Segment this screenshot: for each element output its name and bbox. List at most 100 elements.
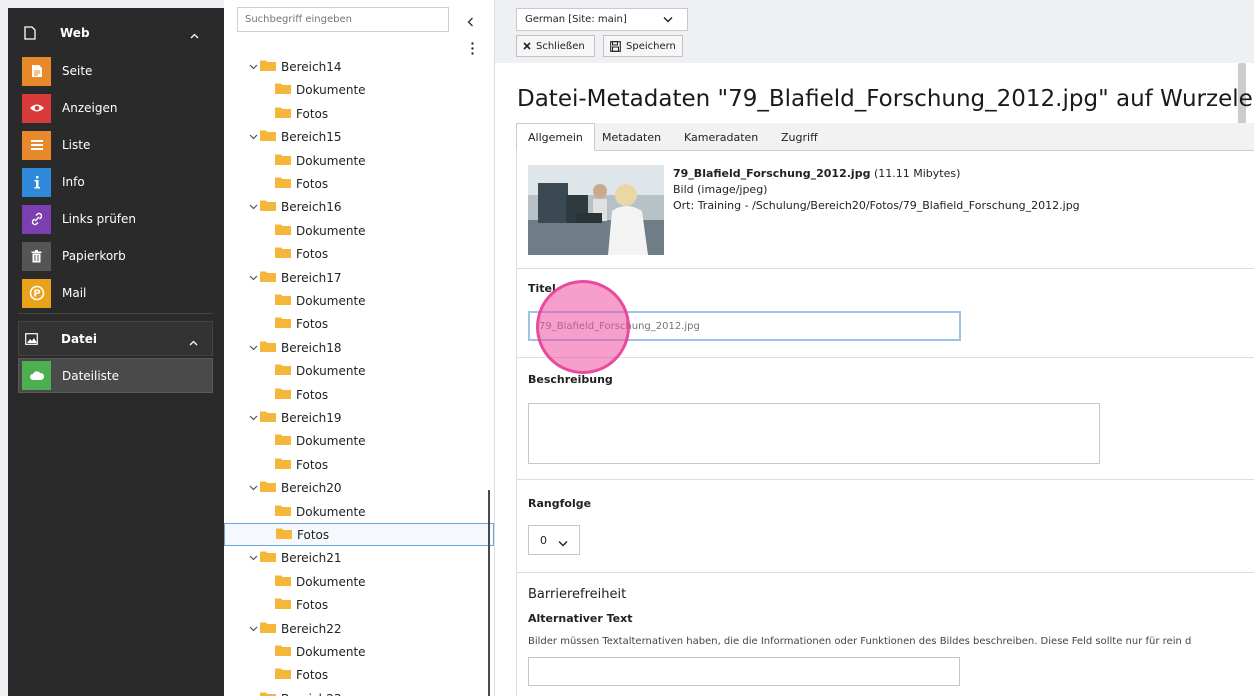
metadata-form: 79_Blafield_Forschung_2012.jpg (11.11 Mi…	[516, 151, 1254, 696]
menu-item-label: Anzeigen	[62, 101, 118, 115]
rank-select[interactable]: 0	[528, 525, 580, 555]
chevron-down-icon[interactable]	[246, 204, 260, 210]
chevron-up-icon	[190, 28, 199, 42]
folder-icon	[275, 246, 291, 261]
tree-resize-handle[interactable]	[488, 490, 490, 696]
tree-search-input[interactable]	[237, 7, 449, 32]
language-select-value: German [Site: main]	[525, 14, 627, 25]
page-title: Datei-Metadaten "79_Blafield_Forschung_2…	[517, 86, 1254, 112]
divider	[517, 357, 1254, 358]
tree-node-folder[interactable]: Bereich21	[246, 546, 341, 569]
tree-node-subfolder[interactable]: Fotos	[275, 172, 328, 195]
menu-item-info[interactable]: Info	[22, 166, 217, 198]
image-icon	[23, 331, 39, 347]
tree-node-label: Bereich17	[281, 270, 342, 285]
tree-node-subfolder[interactable]: Dokumente	[275, 149, 366, 172]
tree-node-label: Dokumente	[296, 644, 366, 659]
folder-icon	[260, 621, 276, 636]
module-menu: Web Seite Anzeigen Liste Info Links prüfen Pa…	[8, 8, 224, 696]
chevron-down-icon[interactable]	[246, 555, 260, 561]
tree-node-folder[interactable]: Bereich19	[246, 406, 341, 429]
tree-node-folder[interactable]: Bereich15	[246, 125, 341, 148]
collapse-tree-icon[interactable]	[467, 12, 474, 31]
tree-node-subfolder[interactable]: Fotos	[275, 663, 328, 686]
tree-node-subfolder[interactable]: Dokumente	[275, 289, 366, 312]
tree-node-folder[interactable]: Bereich17	[246, 266, 341, 289]
folder-icon	[260, 59, 276, 74]
more-options-icon[interactable]	[471, 40, 474, 59]
tree-node-subfolder[interactable]: Dokumente	[275, 429, 366, 452]
folder-icon	[275, 433, 291, 448]
tree-node-label: Fotos	[296, 597, 329, 612]
menu-group-datei[interactable]: Datei	[18, 321, 213, 356]
tree-node-folder[interactable]: Bereich23	[246, 687, 341, 696]
description-textarea[interactable]	[528, 403, 1100, 464]
save-button[interactable]: Speichern	[603, 35, 683, 57]
chevron-down-icon[interactable]	[246, 345, 260, 351]
chevron-down-icon[interactable]	[246, 626, 260, 632]
folder-icon	[260, 550, 276, 565]
tree-node-subfolder[interactable]: Dokumente	[275, 219, 366, 242]
tree-node-subfolder[interactable]: Dokumente	[275, 78, 366, 101]
language-select[interactable]: German [Site: main]	[516, 8, 688, 31]
menu-group-web[interactable]: Web	[18, 15, 213, 50]
accessibility-heading: Barrierefreiheit	[528, 587, 627, 602]
menu-item-liste[interactable]: Liste	[22, 129, 217, 161]
folder-icon	[275, 153, 291, 168]
alt-text-label: Alternativer Text	[528, 612, 633, 625]
tree-node-folder[interactable]: Bereich14	[246, 55, 341, 78]
menu-item-label: Papierkorb	[62, 249, 126, 263]
chevron-down-icon[interactable]	[246, 485, 260, 491]
tree-node-subfolder[interactable]: Fotos	[275, 312, 328, 335]
chevron-up-icon	[189, 335, 198, 349]
folder-icon	[260, 340, 276, 355]
tree-node-folder[interactable]: Bereich18	[246, 336, 341, 359]
tree-node-label: Fotos	[296, 667, 329, 682]
tree-node-label: Dokumente	[296, 153, 366, 168]
menu-group-datei-label: Datei	[61, 331, 98, 346]
tree-node-subfolder[interactable]: Fotos	[275, 242, 328, 265]
close-icon	[523, 42, 531, 50]
chevron-down-icon	[663, 15, 673, 26]
tab-kameradaten[interactable]: Kameradaten	[673, 123, 769, 151]
folder-icon	[276, 527, 292, 542]
menu-item-anzeigen[interactable]: Anzeigen	[22, 92, 217, 124]
menu-item-seite[interactable]: Seite	[22, 55, 217, 87]
tree-node-folder[interactable]: Bereich22	[246, 617, 341, 640]
folder-icon	[275, 667, 291, 682]
alt-text-help: Bilder müssen Textalternativen haben, di…	[528, 636, 1192, 647]
tree-node-subfolder[interactable]: Dokumente	[275, 570, 366, 593]
tab-zugriff[interactable]: Zugriff	[770, 123, 829, 151]
menu-item-dateiliste[interactable]: Dateiliste	[18, 358, 213, 393]
file-thumbnail[interactable]	[528, 165, 664, 255]
menu-item-papierkorb[interactable]: Papierkorb	[22, 240, 217, 272]
alt-text-input[interactable]	[528, 657, 960, 686]
tree-node-label: Dokumente	[296, 82, 366, 97]
tree-node-subfolder[interactable]: Fotos	[224, 523, 494, 546]
folder-icon	[260, 691, 276, 696]
tree-node-folder[interactable]: Bereich16	[246, 195, 341, 218]
tree-node-subfolder[interactable]: Fotos	[275, 102, 328, 125]
menu-item-links-prüfen[interactable]: Links prüfen	[22, 203, 217, 235]
tree-node-folder[interactable]: Bereich20	[246, 476, 341, 499]
tree-node-subfolder[interactable]: Dokumente	[275, 359, 366, 382]
menu-item-label: Mail	[62, 286, 87, 300]
tab-allgemein[interactable]: Allgemein	[516, 123, 595, 151]
chevron-down-icon[interactable]	[246, 275, 260, 281]
tree-node-label: Dokumente	[296, 504, 366, 519]
tab-metadaten[interactable]: Metadaten	[591, 123, 672, 151]
chevron-down-icon[interactable]	[246, 134, 260, 140]
tree-node-subfolder[interactable]: Dokumente	[275, 640, 366, 663]
menu-item-mail[interactable]: P Mail	[22, 277, 217, 309]
chevron-down-icon[interactable]	[246, 64, 260, 70]
tree-node-subfolder[interactable]: Fotos	[275, 383, 328, 406]
menu-group-web-label: Web	[60, 25, 90, 40]
tree-node-subfolder[interactable]: Fotos	[275, 453, 328, 476]
save-button-label: Speichern	[626, 40, 676, 52]
tree-node-subfolder[interactable]: Dokumente	[275, 500, 366, 523]
close-button[interactable]: Schließen	[516, 35, 595, 57]
chevron-down-icon[interactable]	[246, 415, 260, 421]
tree-node-label: Dokumente	[296, 433, 366, 448]
tree-node-subfolder[interactable]: Fotos	[275, 593, 328, 616]
tree-node-label: Dokumente	[296, 363, 366, 378]
